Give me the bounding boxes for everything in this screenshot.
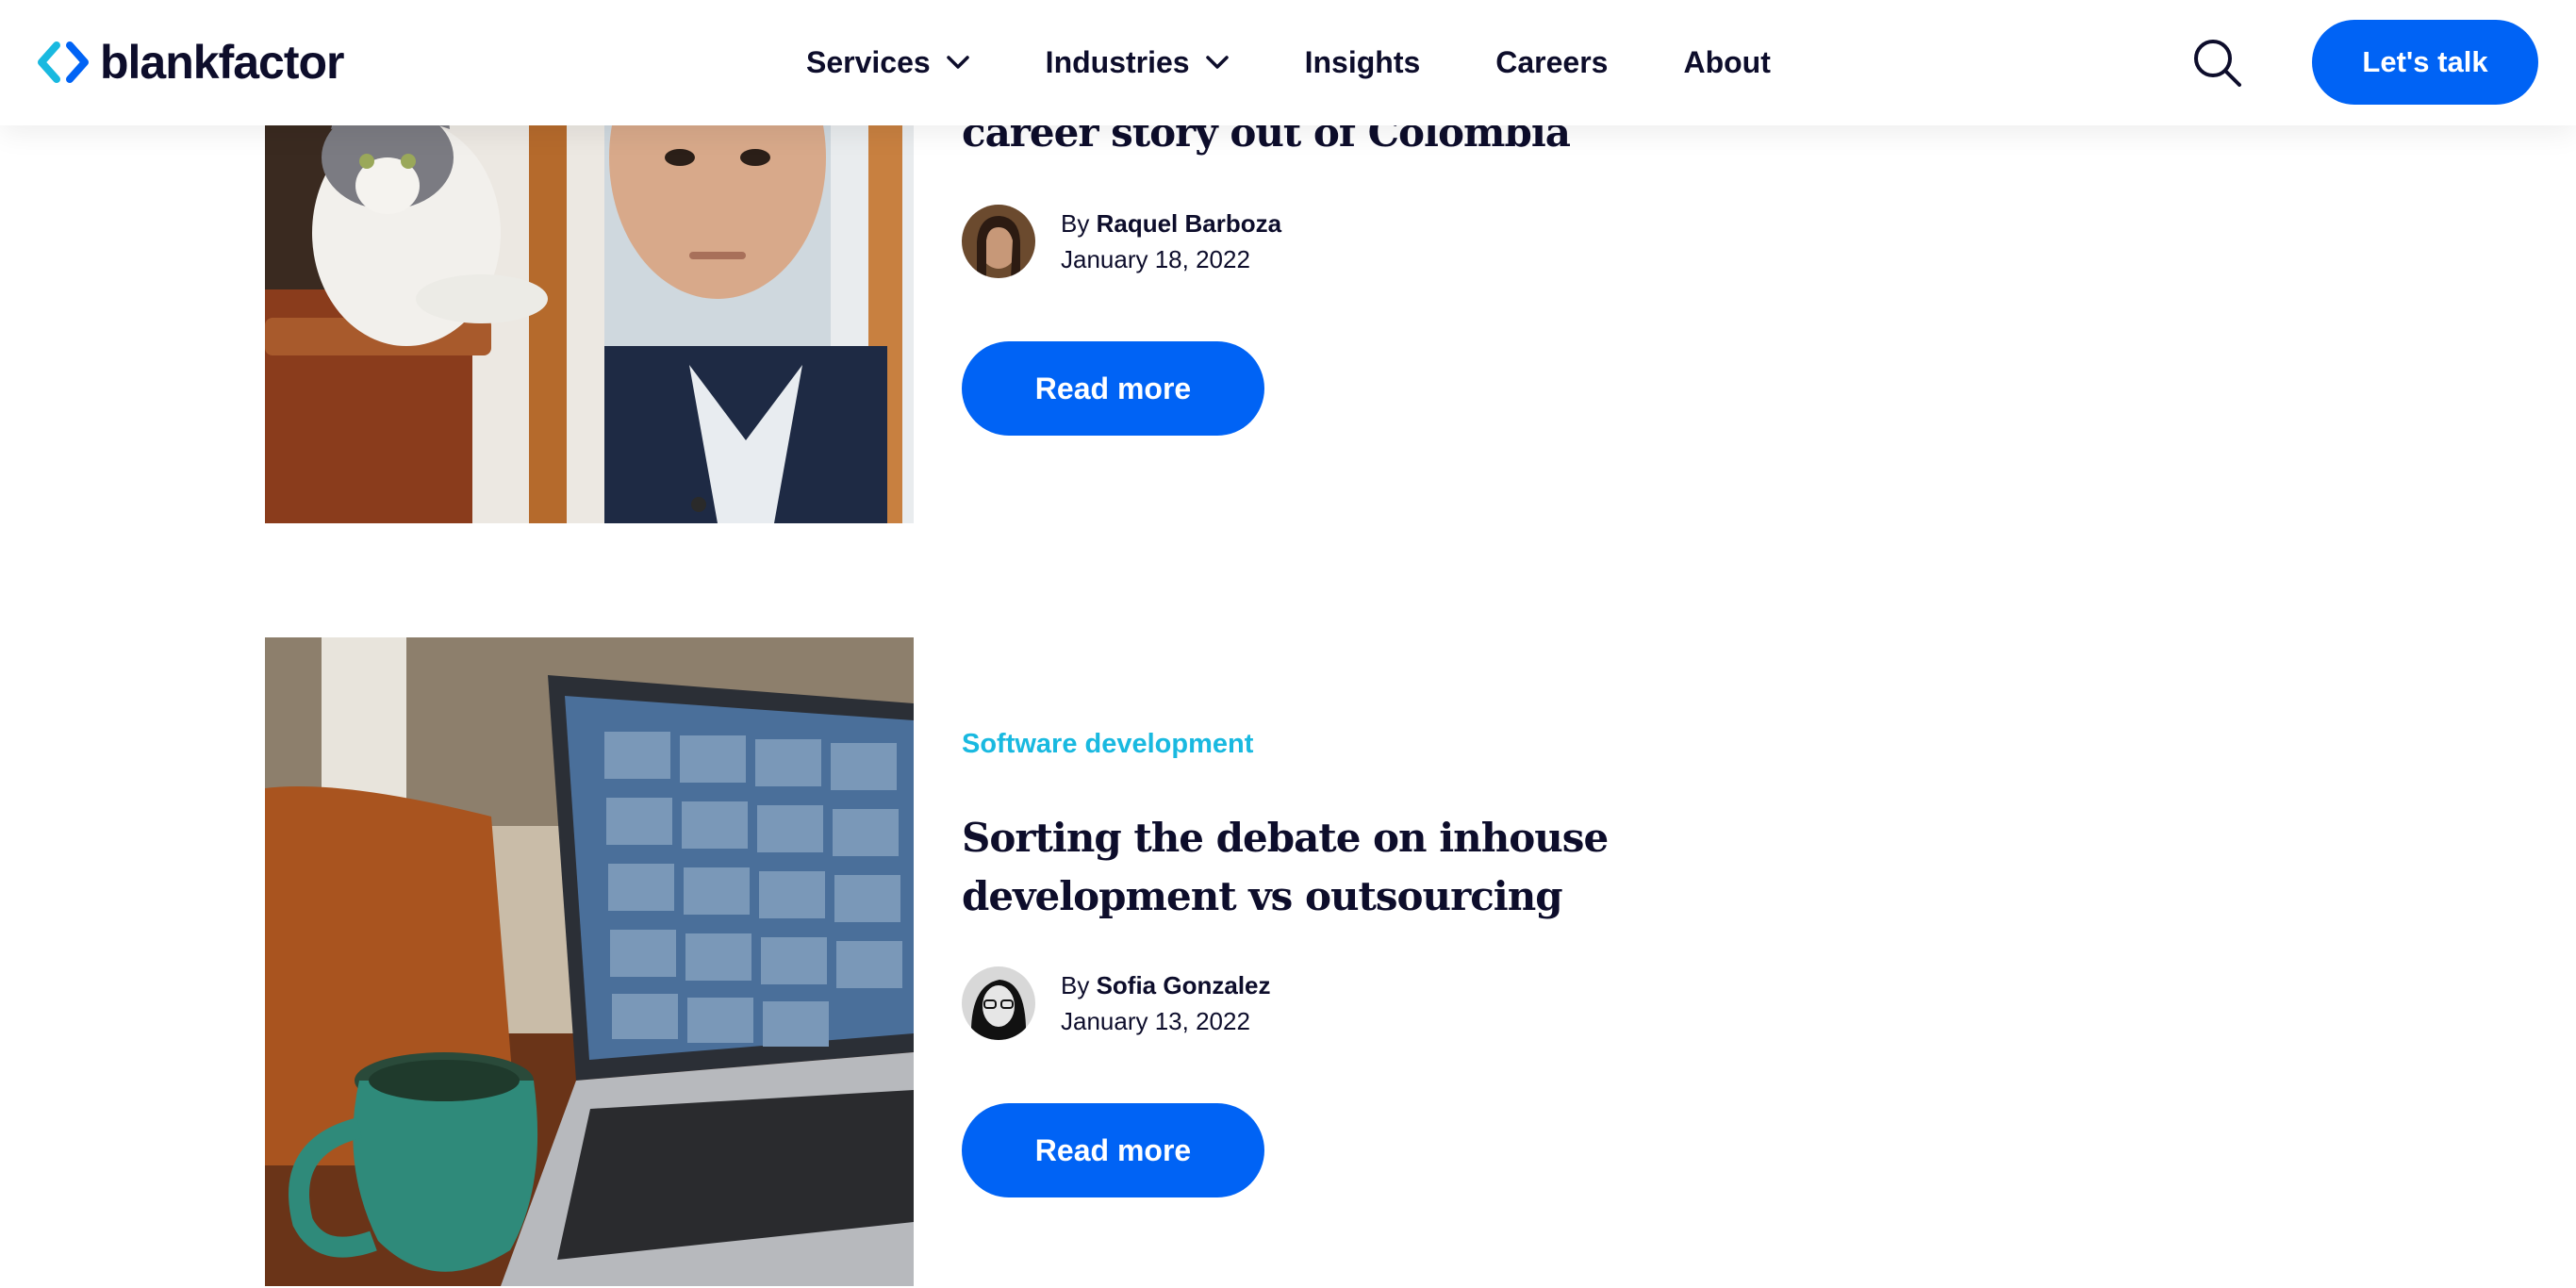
- article-2-title-line-1: Sorting the debate on inhouse: [962, 815, 1609, 861]
- article-1-byline: By Raquel Barboza: [1061, 209, 1281, 239]
- nav-services[interactable]: Services: [806, 45, 970, 80]
- article-1-date: January 18, 2022: [1061, 245, 1250, 273]
- nav-about[interactable]: About: [1683, 45, 1770, 80]
- nav-about-label: About: [1683, 44, 1771, 79]
- author-photo-sofia: [962, 966, 1035, 1040]
- logo[interactable]: blankfactor: [36, 36, 345, 89]
- nav-careers-label: Careers: [1495, 44, 1609, 79]
- search-icon[interactable]: [2192, 38, 2243, 89]
- article-2-photo: [265, 637, 914, 1286]
- article-2-date: January 13, 2022: [1061, 1007, 1250, 1035]
- author-name: Sofia Gonzalez: [1096, 971, 1271, 999]
- byline-prefix: By: [1061, 209, 1090, 238]
- author-photo-raquel: [962, 205, 1035, 278]
- site-header: blankfactor Services Industries Insights…: [0, 0, 2576, 125]
- avatar: [962, 205, 1035, 278]
- article-2-image[interactable]: [265, 637, 914, 1286]
- chevron-down-icon: [1205, 56, 1229, 69]
- byline-prefix: By: [1061, 971, 1090, 999]
- chevron-down-icon: [946, 56, 969, 69]
- main-nav: Services Industries Insights Careers Abo…: [806, 38, 1771, 87]
- article-2-title-line-2: development vs outsourcing: [962, 873, 1563, 919]
- nav-insights[interactable]: Insights: [1305, 45, 1421, 80]
- avatar: [962, 966, 1035, 1040]
- article-2-title[interactable]: Sorting the debate on inhouse developmen…: [962, 809, 1622, 926]
- lets-talk-button[interactable]: Let's talk: [2312, 20, 2538, 105]
- article-2-category[interactable]: Software development: [962, 729, 1253, 760]
- article-2-byline: By Sofia Gonzalez: [1061, 971, 1271, 1000]
- read-more-button[interactable]: Read more: [962, 1103, 1264, 1197]
- read-more-button[interactable]: Read more: [962, 341, 1264, 436]
- nav-services-label: Services: [806, 44, 931, 79]
- nav-careers[interactable]: Careers: [1495, 45, 1608, 80]
- author-name: Raquel Barboza: [1096, 209, 1282, 238]
- nav-industries[interactable]: Industries: [1046, 45, 1230, 80]
- nav-insights-label: Insights: [1304, 44, 1421, 79]
- nav-industries-label: Industries: [1045, 44, 1190, 79]
- logo-mark-icon: [38, 41, 89, 83]
- logo-text: blankfactor: [100, 36, 345, 89]
